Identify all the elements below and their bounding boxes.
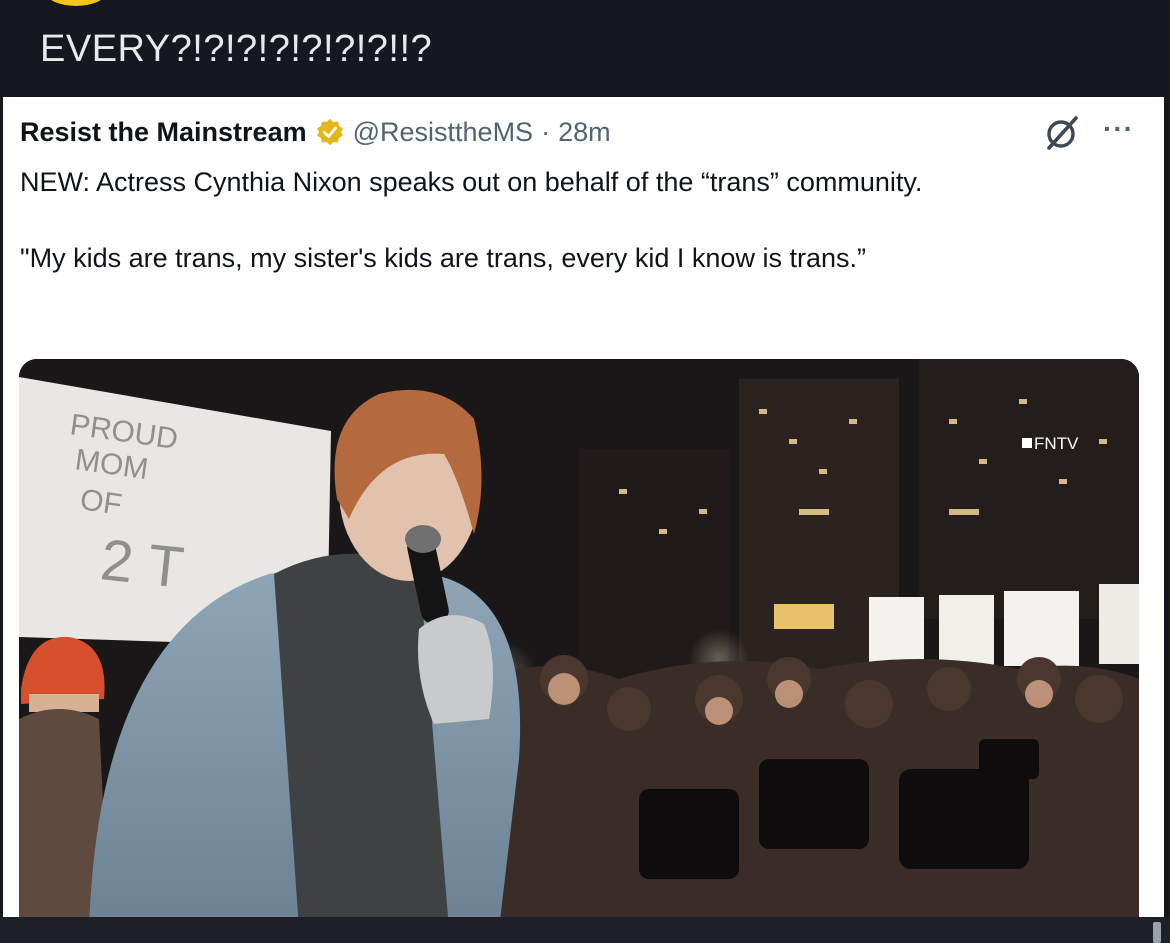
post-timestamp[interactable]: 28m bbox=[558, 117, 611, 148]
author-name[interactable]: Resist the Mainstream bbox=[20, 117, 307, 148]
poster-avatar[interactable] bbox=[46, 0, 106, 6]
tweet-body: NEW: Actress Cynthia Nixon speaks out on… bbox=[20, 163, 1130, 277]
grok-icon[interactable] bbox=[1043, 115, 1081, 151]
tweet-header: Resist the Mainstream @ResisttheMS · 28m bbox=[20, 115, 611, 149]
video-watermark: FNTV bbox=[1034, 434, 1079, 453]
tweet-text-line: NEW: Actress Cynthia Nixon speaks out on… bbox=[20, 167, 923, 197]
tweet-quote: "My kids are trans, my sister's kids are… bbox=[20, 243, 866, 273]
bottom-bar bbox=[0, 917, 1170, 943]
video-thumbnail[interactable]: PROUD MOM OF 2 T FNTV bbox=[19, 359, 1139, 917]
author-handle[interactable]: @ResisttheMS bbox=[353, 117, 533, 148]
scrollbar-thumb[interactable] bbox=[1153, 922, 1161, 943]
verified-badge-icon bbox=[315, 117, 345, 147]
more-options-icon[interactable]: ··· bbox=[1103, 115, 1134, 143]
sign-text: OF bbox=[78, 483, 124, 521]
separator-dot: · bbox=[541, 116, 551, 147]
post-text: EVERY?!?!?!?!?!?!?!!? bbox=[40, 28, 433, 70]
embedded-tweet[interactable]: Resist the Mainstream @ResisttheMS · 28m… bbox=[3, 97, 1164, 917]
sign-text: 2 T bbox=[98, 527, 187, 600]
